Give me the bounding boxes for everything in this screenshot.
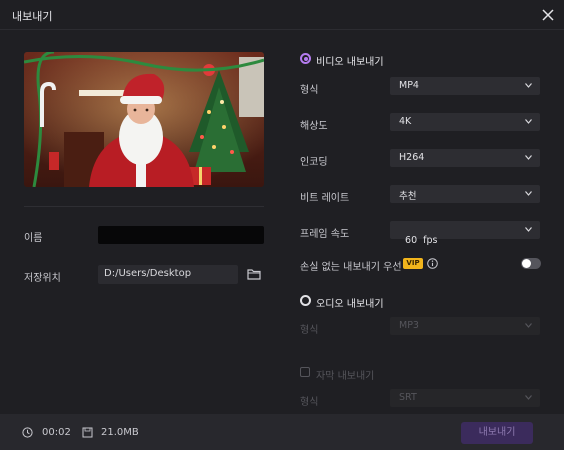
duration-text: 00:02	[42, 427, 71, 438]
lossless-label: 손실 없는 내보내기 우선	[300, 262, 402, 273]
bitrate-select[interactable]: 추천	[390, 185, 540, 203]
chevron-down-icon	[525, 155, 532, 160]
chevron-down-icon	[525, 395, 532, 400]
format-select[interactable]: MP4	[390, 77, 540, 95]
folder-icon[interactable]	[247, 267, 261, 281]
close-icon[interactable]	[538, 5, 558, 25]
chevron-down-icon	[525, 323, 532, 328]
save-icon	[82, 427, 93, 438]
left-divider	[24, 206, 264, 207]
format-value: MP4	[399, 80, 419, 91]
format-label: 형식	[300, 85, 319, 96]
title-bar: 내보내기	[0, 0, 564, 30]
audio-format-value: MP3	[399, 320, 419, 331]
chevron-down-icon	[525, 191, 532, 196]
audio-format-label: 형식	[300, 325, 319, 336]
resolution-label: 해상도	[300, 121, 328, 132]
audio-format-select[interactable]: MP3	[390, 317, 540, 335]
clock-icon	[22, 427, 33, 438]
info-icon[interactable]	[427, 258, 438, 269]
subtitle-format-label: 형식	[300, 397, 319, 408]
bitrate-label: 비트 레이트	[300, 193, 350, 204]
resolution-value: 4K	[399, 116, 412, 127]
name-label: 이름	[24, 233, 43, 244]
audio-export-radio[interactable]	[300, 295, 311, 306]
save-path-field[interactable]: D:/Users/Desktop	[98, 265, 238, 284]
subtitle-format-value: SRT	[399, 392, 417, 403]
name-input[interactable]	[98, 226, 264, 244]
chevron-down-icon	[525, 119, 532, 124]
subtitle-export-checkbox[interactable]	[300, 367, 310, 377]
file-size-text: 21.0MB	[101, 427, 139, 438]
video-export-title: 비디오 내보내기	[316, 57, 384, 68]
encoding-select[interactable]: H264	[390, 149, 540, 167]
framerate-label: 프레임 속도	[300, 229, 350, 240]
save-location-label: 저장위치	[24, 273, 61, 284]
framerate-value: 60 fps	[405, 235, 438, 246]
vip-badge: VIP	[403, 258, 423, 269]
subtitle-export-title: 자막 내보내기	[316, 371, 375, 382]
export-button[interactable]: 내보내기	[461, 422, 533, 444]
encoding-label: 인코딩	[300, 157, 328, 168]
encoding-value: H264	[399, 152, 425, 163]
video-export-radio[interactable]	[300, 53, 311, 64]
window-title: 내보내기	[12, 10, 53, 23]
lossless-toggle[interactable]	[521, 258, 541, 269]
chevron-down-icon	[525, 83, 532, 88]
bitrate-value: 추천	[399, 191, 417, 202]
resolution-select[interactable]: 4K	[390, 113, 540, 131]
chevron-down-icon	[525, 227, 532, 232]
video-preview	[24, 52, 264, 187]
audio-export-title: 오디오 내보내기	[316, 299, 384, 310]
subtitle-format-select[interactable]: SRT	[390, 389, 540, 407]
framerate-select[interactable]: 60 fps	[390, 221, 540, 246]
